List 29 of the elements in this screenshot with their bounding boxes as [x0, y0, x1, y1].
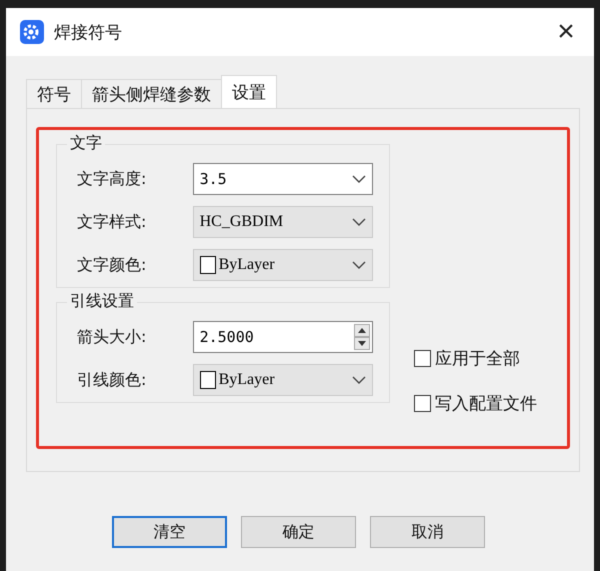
tab[interactable]: 设置 [221, 75, 277, 108]
combo-box[interactable]: 3.5 [192, 163, 373, 195]
tab[interactable]: 符号 [26, 79, 82, 108]
field-label: 文字颜色: [77, 254, 148, 276]
dropdown[interactable]: ByLayer [192, 364, 373, 396]
dialog-button[interactable]: 确定 [241, 516, 356, 548]
field-label: 引线颜色: [77, 370, 148, 390]
caret-icon [352, 376, 366, 384]
dropdown[interactable]: ByLayer [192, 249, 373, 281]
color-swatch-icon [200, 256, 216, 274]
checkbox-label: 应用于全部 [435, 348, 520, 370]
checkbox[interactable] [414, 350, 431, 367]
spin-arrows-icon[interactable] [354, 324, 370, 350]
window-title: 焊接符号 [54, 22, 123, 44]
field-label: 文字样式: [77, 212, 148, 232]
field-label: 箭头大小: [77, 326, 148, 348]
color-swatch-icon [200, 371, 216, 389]
gear-icon [20, 20, 44, 44]
close-button[interactable]: × [544, 10, 588, 54]
dialog-button[interactable]: 清空 [112, 516, 227, 548]
checkbox[interactable] [414, 395, 431, 412]
dialog-button[interactable]: 取消 [370, 516, 485, 548]
caret-icon [352, 261, 366, 269]
checkbox-label: 写入配置文件 [435, 393, 537, 415]
dropdown[interactable]: HC_GBDIM [192, 206, 373, 238]
spin-box[interactable]: 2.5000 [192, 321, 373, 353]
field-label: 文字高度: [77, 168, 148, 190]
caret-icon [352, 175, 366, 183]
caret-icon [352, 218, 366, 226]
